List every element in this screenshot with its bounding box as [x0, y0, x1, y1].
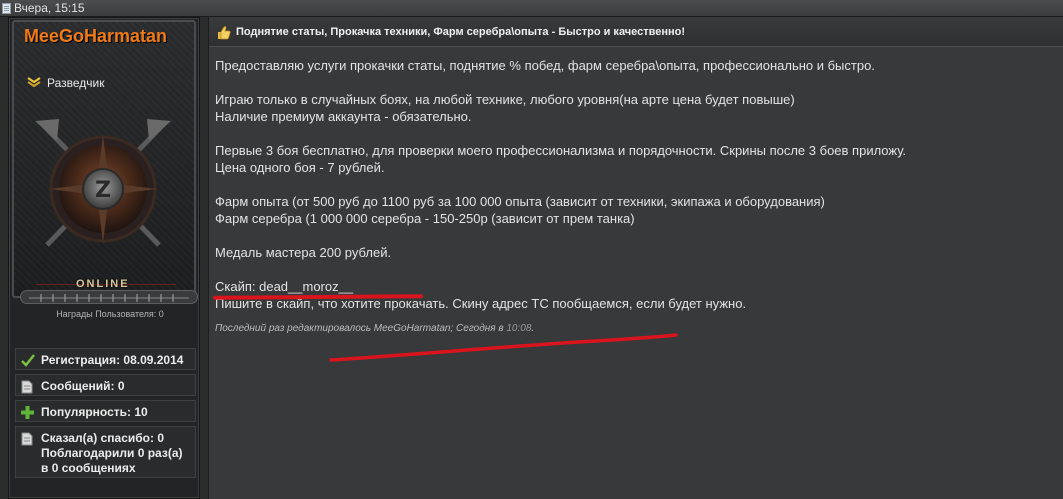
post-title-bar: Поднятие статы, Прокачка техники, Фарм с… [209, 17, 1063, 47]
thumbs-up-icon [217, 26, 231, 40]
post-line: Фарм серебра (1 000 000 серебра - 150-25… [215, 211, 635, 226]
post-line: Медаль мастера 200 рублей. [215, 245, 392, 260]
skype-line: Скайп: dead__moroz__ [215, 279, 354, 294]
rank-chevron-icon [27, 77, 41, 88]
svg-text:Z: Z [95, 178, 111, 203]
post-line: Играю только в случайных боях, на любой … [215, 92, 795, 107]
rank-label: Разведчик [47, 76, 105, 90]
status-gauge [20, 290, 198, 304]
stat-label: Популярность: 10 [41, 405, 148, 419]
stat-thanks: Сказал(а) спасибо: 0 Поблагодарили 0 раз… [15, 426, 196, 478]
username-link[interactable]: MeeGoHarmatan [24, 26, 167, 47]
stat-label: Регистрация: 08.09.2014 [41, 353, 184, 367]
document-icon [21, 432, 34, 446]
plus-icon [21, 406, 34, 419]
stat-label: Сказал(а) спасибо: 0 Поблагодарили 0 раз… [41, 431, 183, 475]
stat-popularity: Популярность: 10 [15, 400, 196, 422]
user-panel: MeeGoHarmatan Разведчик Z ONLINE Награды… [8, 17, 200, 499]
post-body: Поднятие статы, Прокачка техники, Фарм с… [208, 17, 1063, 499]
stat-registration: Регистрация: 08.09.2014 [15, 348, 196, 370]
document-icon [21, 380, 34, 394]
stat-label: Сообщений: 0 [41, 379, 125, 393]
avatar[interactable]: Z [31, 115, 175, 259]
post-line: Цена одного боя - 7 рублей. [215, 160, 385, 175]
post-line: Фарм опыта (от 500 руб до 1100 руб за 10… [215, 194, 825, 209]
red-scribble-annotation [329, 333, 678, 362]
post-date: Вчера, 15:15 [14, 1, 85, 15]
post-line: Первые 3 боя бесплатно, для проверки мое… [215, 143, 907, 158]
post-line: Наличие премиум аккаунта - обязательно. [215, 109, 472, 124]
stat-posts: Сообщений: 0 [15, 374, 196, 396]
post-icon [2, 3, 11, 14]
post-date-bar: Вчера, 15:15 [0, 0, 1063, 17]
awards-label[interactable]: Награды Пользователя: 0 [14, 309, 206, 319]
post-line: Предоставляю услуги прокачки статы, подн… [215, 58, 875, 73]
post-title: Поднятие статы, Прокачка техники, Фарм с… [236, 26, 686, 38]
check-icon [21, 354, 35, 367]
online-status: ONLINE [76, 278, 130, 290]
post-content: Предоставляю услуги прокачки статы, подн… [215, 57, 1055, 312]
user-frame: MeeGoHarmatan Разведчик Z ONLINE Награды… [12, 20, 198, 319]
